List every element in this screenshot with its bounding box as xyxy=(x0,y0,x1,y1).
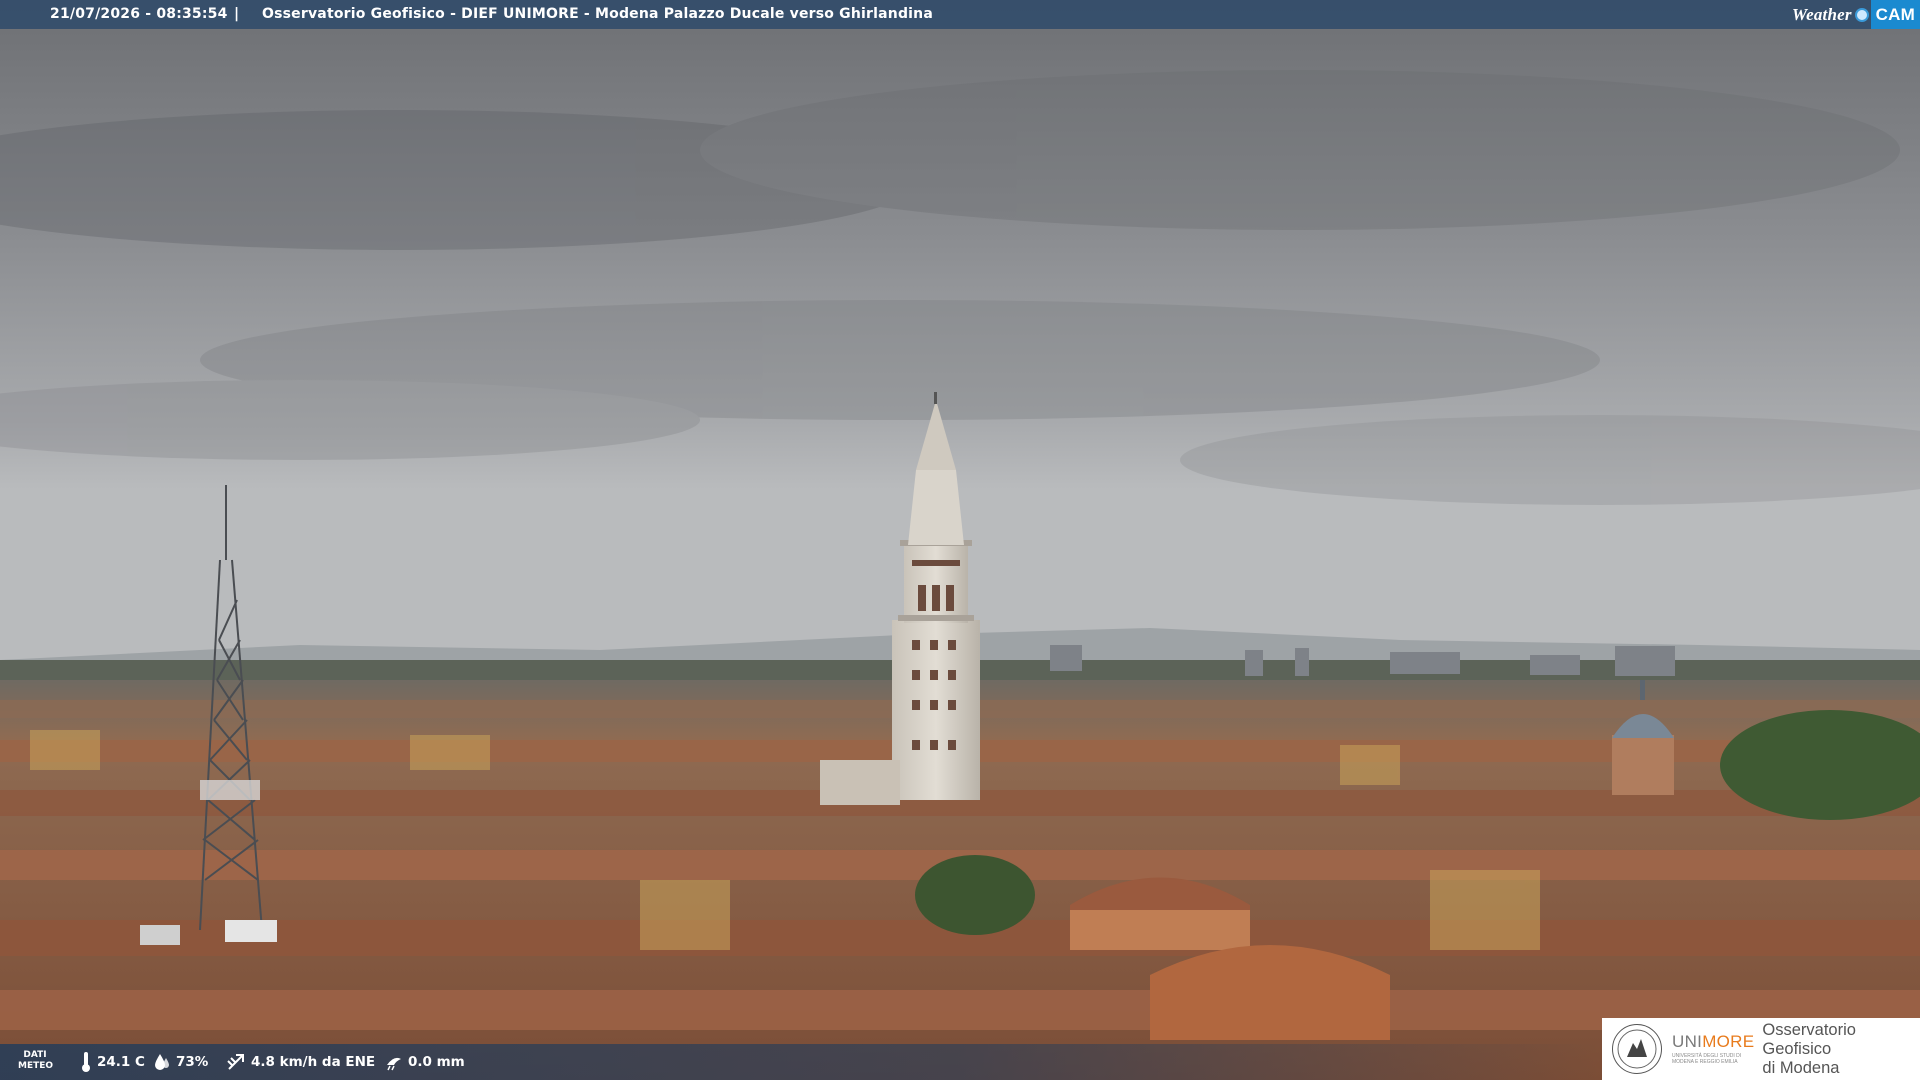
weather-label: DATI METEO xyxy=(18,1050,54,1072)
temperature-reading: 24.1 C xyxy=(80,1044,145,1080)
wind-value: 4.8 km/h da ENE xyxy=(251,1054,376,1070)
wind-vane-icon xyxy=(227,1054,244,1070)
observatory-name-line2: di Modena xyxy=(1762,1058,1840,1077)
rain-value: 0.0 mm xyxy=(408,1054,465,1070)
webcam-image xyxy=(0,0,1920,1080)
caption-separator: | xyxy=(234,6,240,22)
unimore-wordmark: UNIMORE xyxy=(1672,1033,1754,1051)
wind-reading: 4.8 km/h da ENE xyxy=(226,1044,375,1080)
unimore-subtitle: UNIVERSITÀ DEGLI STUDI DI MODENA E REGGI… xyxy=(1672,1053,1742,1065)
rain-gauge-icon xyxy=(387,1057,401,1071)
unimore-logo-panel: UNIMORE UNIVERSITÀ DEGLI STUDI DI MODENA… xyxy=(1602,1018,1920,1080)
location-caption: Osservatorio Geofisico - DIEF UNIMORE - … xyxy=(262,6,933,22)
humidity-drop-icon xyxy=(155,1054,169,1070)
weather-data-bar: DATI METEO 24.1 C 73% 4.8 km/h da ENE 0.… xyxy=(0,1044,1600,1080)
weathercam-logo-word: Weather xyxy=(1792,5,1852,24)
weathercam-dot-icon xyxy=(1854,7,1869,22)
unimore-wordmark-uni: UNI xyxy=(1672,1032,1703,1051)
weather-label-line2: METEO xyxy=(18,1061,54,1071)
humidity-value: 73% xyxy=(176,1054,209,1070)
observatory-name-line1: Osservatorio Geofisico xyxy=(1762,1020,1856,1058)
weather-label-line1: DATI xyxy=(23,1050,47,1060)
webcam-caption-bar: 21/07/2026 - 08:35:54 | Osservatorio Geo… xyxy=(0,0,1920,29)
rain-reading: 0.0 mm xyxy=(385,1044,465,1080)
weathercam-logo-cam: CAM xyxy=(1870,0,1920,29)
university-seal-icon xyxy=(1612,1024,1662,1074)
weathercam-logo: Weather CAM xyxy=(1792,0,1920,29)
humidity-reading: 73% xyxy=(153,1044,208,1080)
thermometer-icon xyxy=(82,1052,90,1072)
unimore-wordmark-more: MORE xyxy=(1702,1032,1755,1051)
unimore-brand: UNIMORE UNIVERSITÀ DEGLI STUDI DI MODENA… xyxy=(1672,1033,1754,1066)
seal-emblem-icon xyxy=(1617,1029,1657,1069)
temperature-value: 24.1 C xyxy=(97,1054,145,1070)
timestamp: 21/07/2026 - 08:35:54 xyxy=(50,6,228,22)
observatory-name: Osservatorio Geofisico di Modena xyxy=(1762,1021,1920,1078)
